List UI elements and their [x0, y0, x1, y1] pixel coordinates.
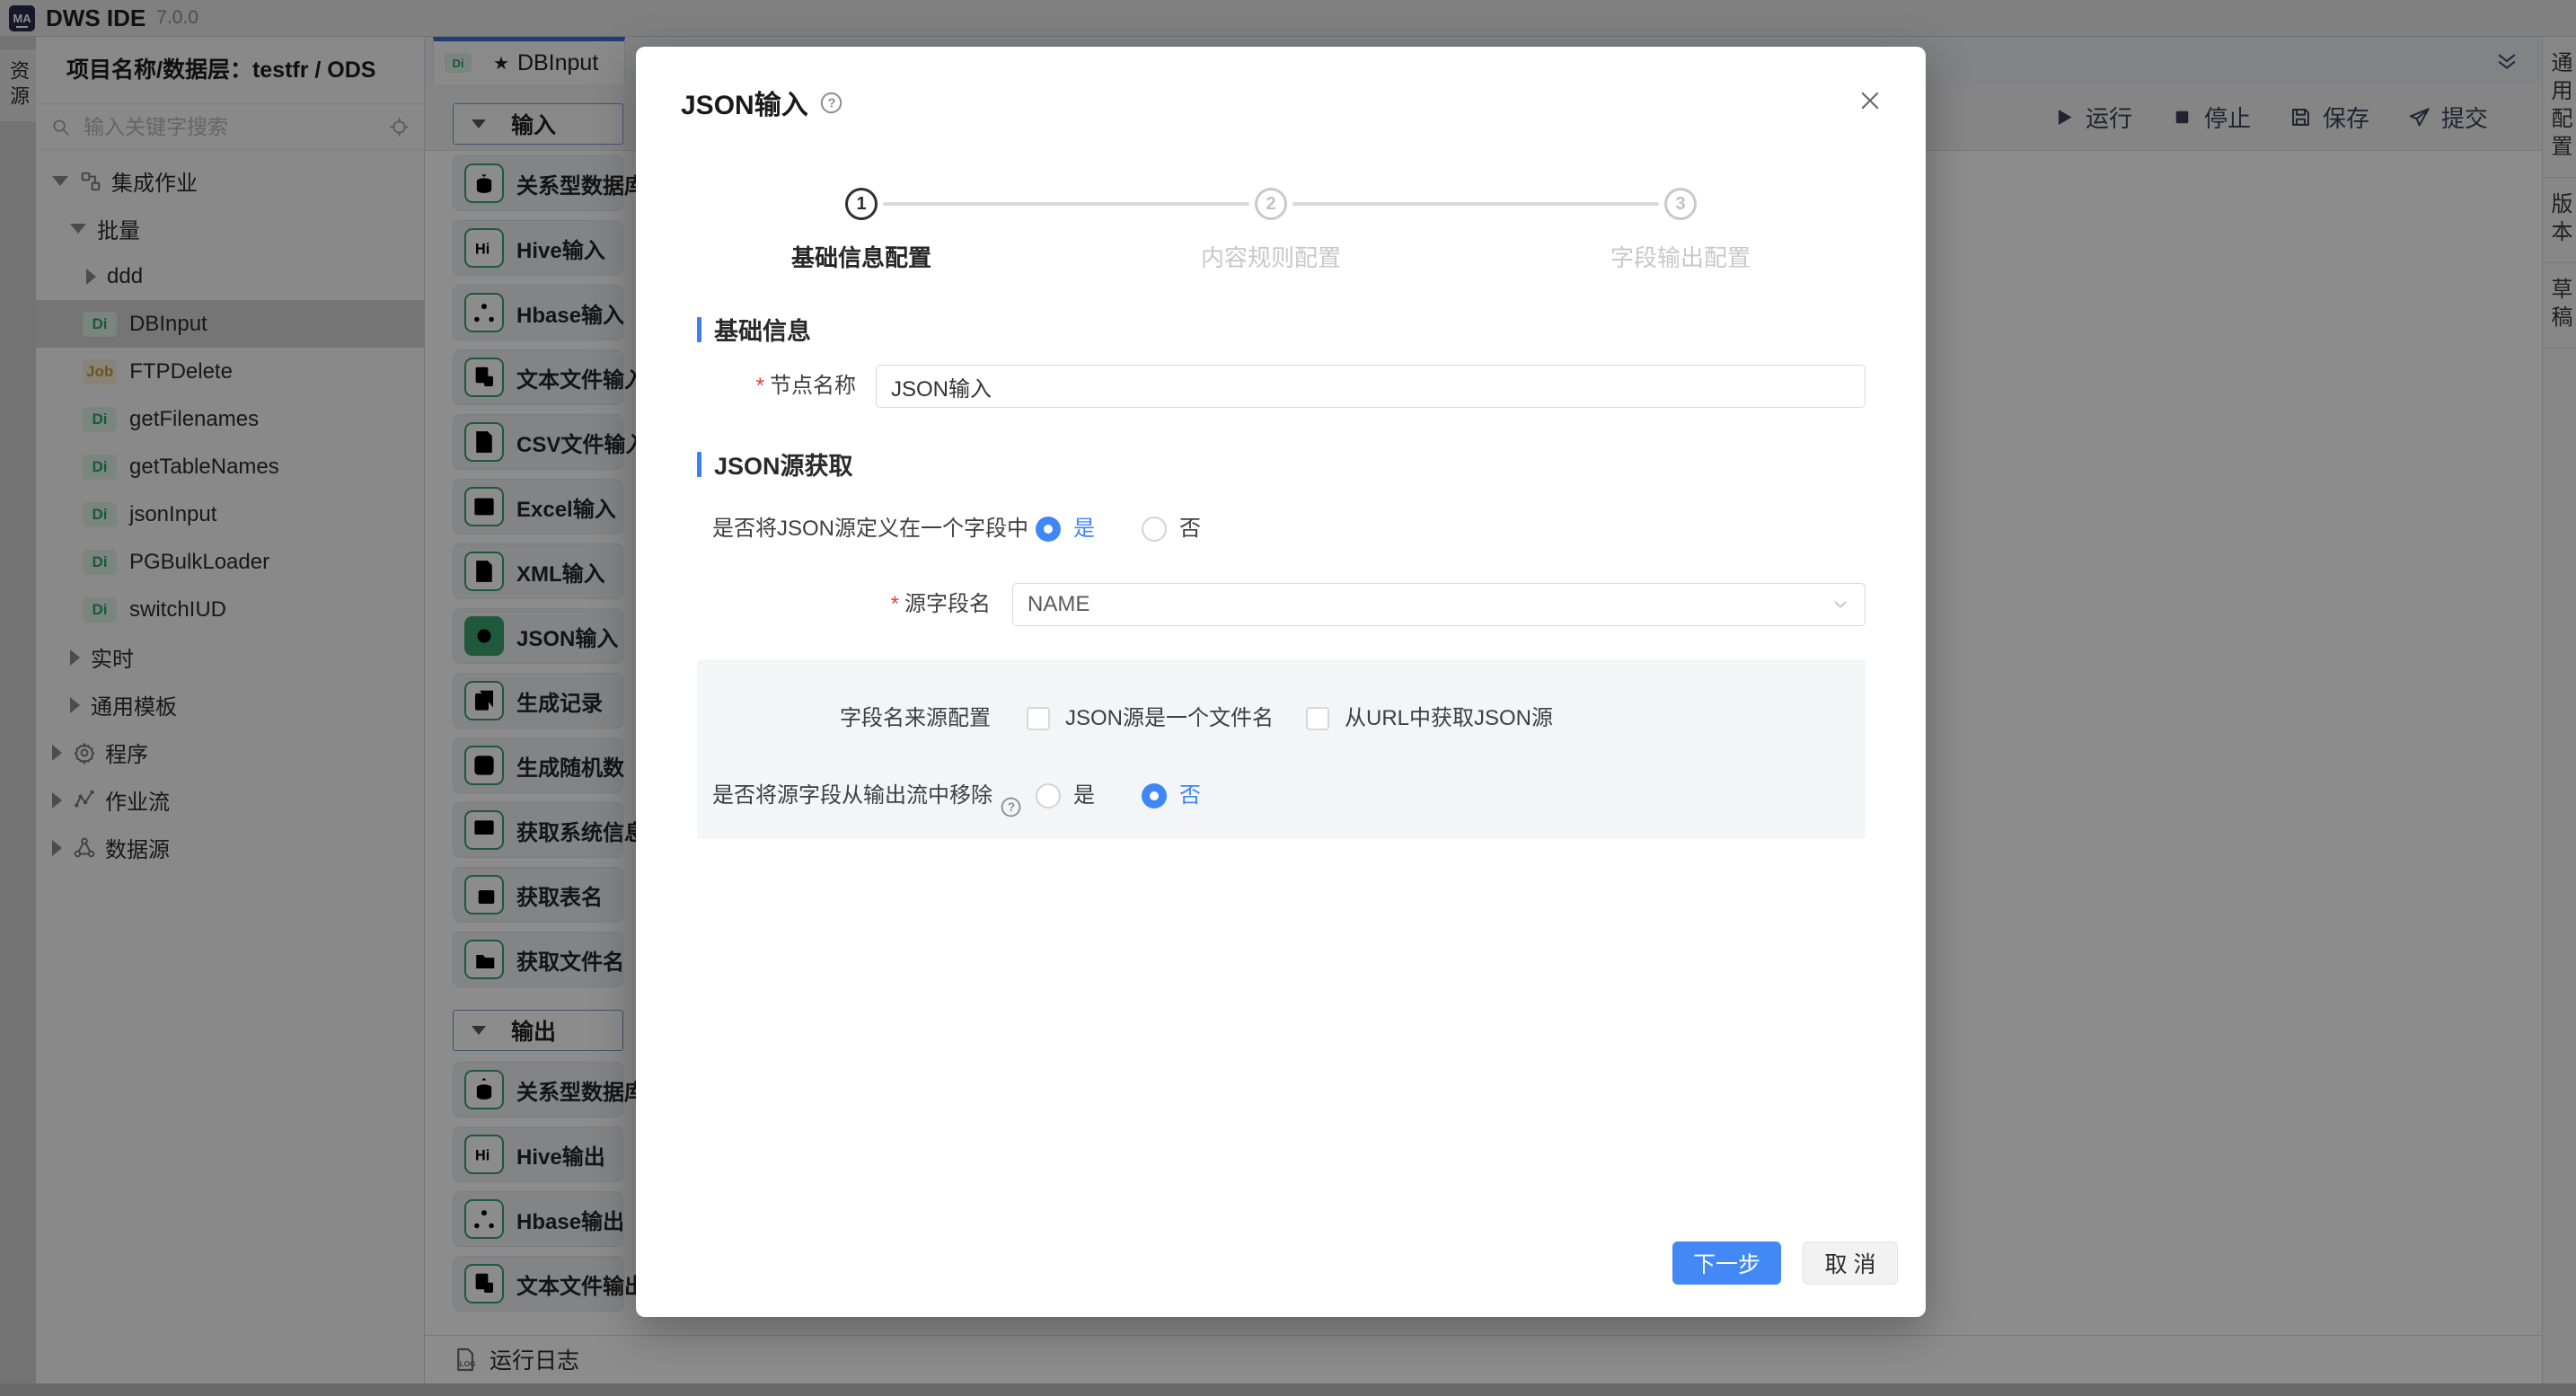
define-yes-radio[interactable]: [1036, 517, 1061, 542]
dialog-title: JSON输入 ?: [681, 83, 843, 122]
source-field-value: NAME: [1028, 592, 1090, 617]
wizard-step-2: 2 内容规则配置: [1136, 188, 1406, 273]
help-icon[interactable]: ?: [819, 91, 843, 115]
help-icon[interactable]: ?: [1000, 796, 1022, 818]
cancel-button[interactable]: 取 消: [1803, 1241, 1898, 1285]
wizard-step-1: 1 基础信息配置: [727, 188, 996, 273]
node-name-input[interactable]: [876, 365, 1866, 408]
field-source-config-row: 字段名来源配置 JSON源是一个文件名 从URL中获取JSON源: [636, 697, 1926, 740]
define-no-radio[interactable]: [1142, 517, 1167, 542]
close-icon[interactable]: [1857, 88, 1883, 113]
chevron-down-icon: [1831, 595, 1850, 614]
source-field-label: *源字段名: [703, 583, 991, 626]
json-from-url-checkbox[interactable]: [1306, 707, 1329, 730]
remove-no-label[interactable]: 否: [1179, 774, 1201, 817]
remove-yes-radio[interactable]: [1036, 783, 1061, 808]
section-json-source: JSON源获取: [697, 446, 853, 482]
define-no-label[interactable]: 否: [1179, 508, 1201, 551]
field-source-config-label: 字段名来源配置: [703, 697, 991, 740]
json-is-filename-checkbox[interactable]: [1027, 707, 1050, 730]
required-asterisk: *: [891, 592, 899, 616]
step-label: 字段输出配置: [1546, 240, 1815, 273]
remove-yes-label[interactable]: 是: [1073, 774, 1095, 817]
define-in-field-label: 是否将JSON源定义在一个字段中: [697, 508, 1028, 551]
source-field-row: *源字段名 NAME: [636, 583, 1926, 626]
define-in-field-row: 是否将JSON源定义在一个字段中 是 否: [636, 508, 1926, 551]
wizard-step-3: 3 字段输出配置: [1546, 188, 1815, 273]
section-json-source-label: JSON源获取: [714, 446, 853, 482]
remove-no-radio[interactable]: [1142, 783, 1167, 808]
step-connector: [883, 202, 1249, 206]
svg-text:?: ?: [827, 96, 835, 110]
svg-text:?: ?: [1008, 800, 1015, 814]
step-label: 内容规则配置: [1136, 240, 1406, 273]
section-basic-info: 基础信息: [697, 312, 811, 347]
json-is-filename-label[interactable]: JSON源是一个文件名: [1065, 697, 1274, 740]
node-name-row: *节点名称: [636, 365, 1926, 408]
required-asterisk: *: [756, 374, 764, 398]
step-circle: 1: [845, 188, 878, 220]
remove-source-field-row: 是否将源字段从输出流中移除 ? 是 否: [636, 774, 1926, 817]
step-connector: [1292, 202, 1659, 206]
source-field-select[interactable]: NAME: [1012, 583, 1866, 626]
json-input-dialog: JSON输入 ? 1 基础信息配置 2 内容规则配置 3 字段输出配置 基础信息 *节点名…: [636, 47, 1926, 1317]
define-yes-label[interactable]: 是: [1073, 508, 1095, 551]
section-basic-info-label: 基础信息: [714, 312, 811, 347]
json-from-url-label[interactable]: 从URL中获取JSON源: [1345, 697, 1553, 740]
remove-source-field-label: 是否将源字段从输出流中移除 ?: [673, 774, 1022, 817]
step-circle: 3: [1664, 188, 1697, 220]
step-circle: 2: [1255, 188, 1287, 220]
dialog-title-text: JSON输入: [681, 83, 808, 122]
node-name-label: *节点名称: [703, 365, 856, 408]
step-label: 基础信息配置: [727, 240, 996, 273]
next-step-button[interactable]: 下一步: [1672, 1241, 1781, 1285]
